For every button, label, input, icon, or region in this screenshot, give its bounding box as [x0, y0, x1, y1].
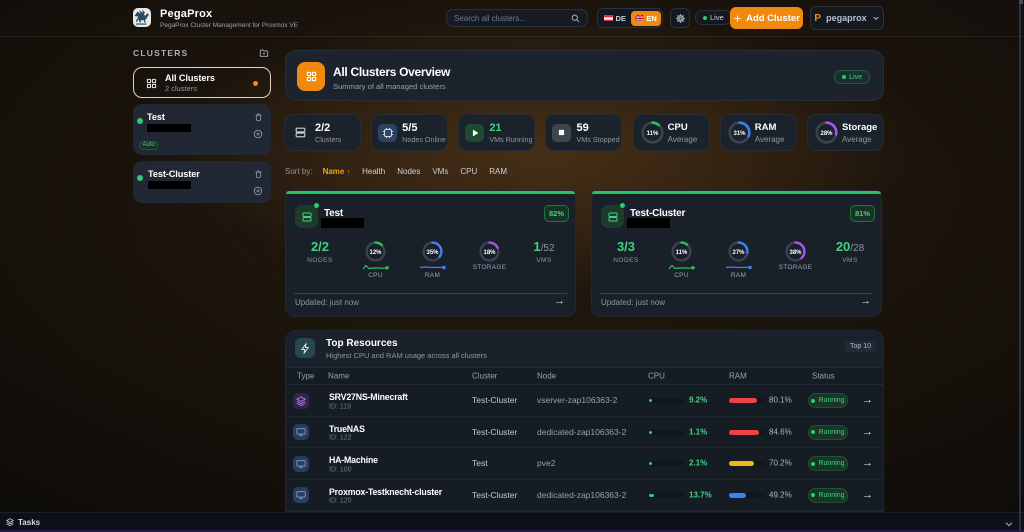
- svg-text:12%: 12%: [369, 250, 382, 256]
- svg-text:11%: 11%: [646, 131, 658, 137]
- svg-text:31%: 31%: [733, 131, 746, 137]
- svg-text:11%: 11%: [676, 250, 688, 256]
- svg-text:38%: 38%: [789, 250, 802, 256]
- svg-text:18%: 18%: [483, 250, 496, 256]
- svg-text:35%: 35%: [426, 250, 439, 256]
- svg-text:28%: 28%: [820, 131, 833, 137]
- svg-text:27%: 27%: [732, 250, 745, 256]
